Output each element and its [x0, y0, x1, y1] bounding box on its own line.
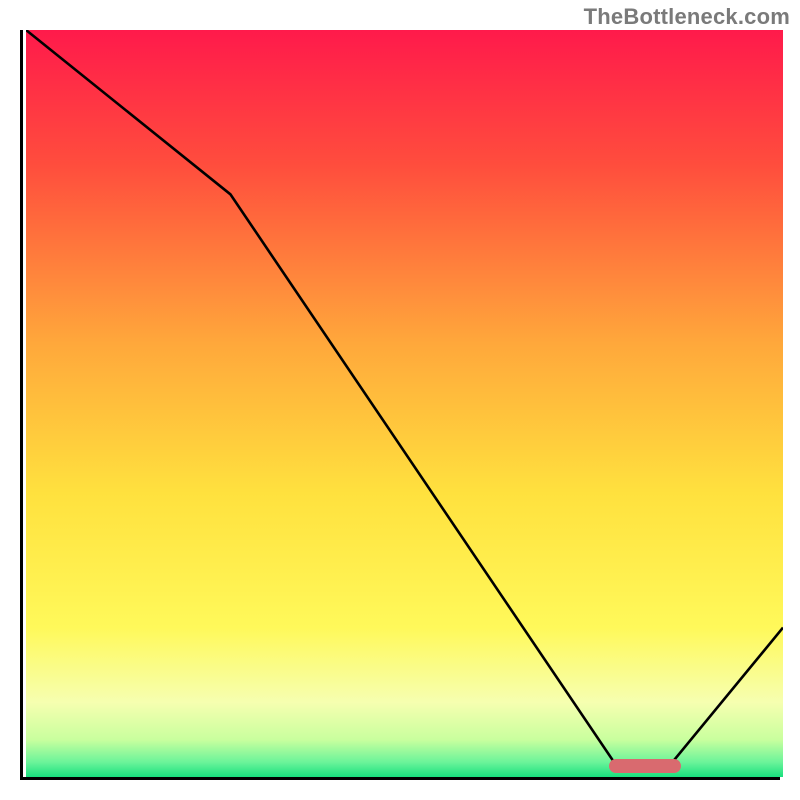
bottleneck-curve — [26, 30, 783, 777]
attribution-text: TheBottleneck.com — [584, 4, 790, 30]
bottleneck-chart: TheBottleneck.com — [0, 0, 800, 800]
optimal-range-marker — [609, 759, 681, 773]
plot-frame — [20, 30, 780, 780]
